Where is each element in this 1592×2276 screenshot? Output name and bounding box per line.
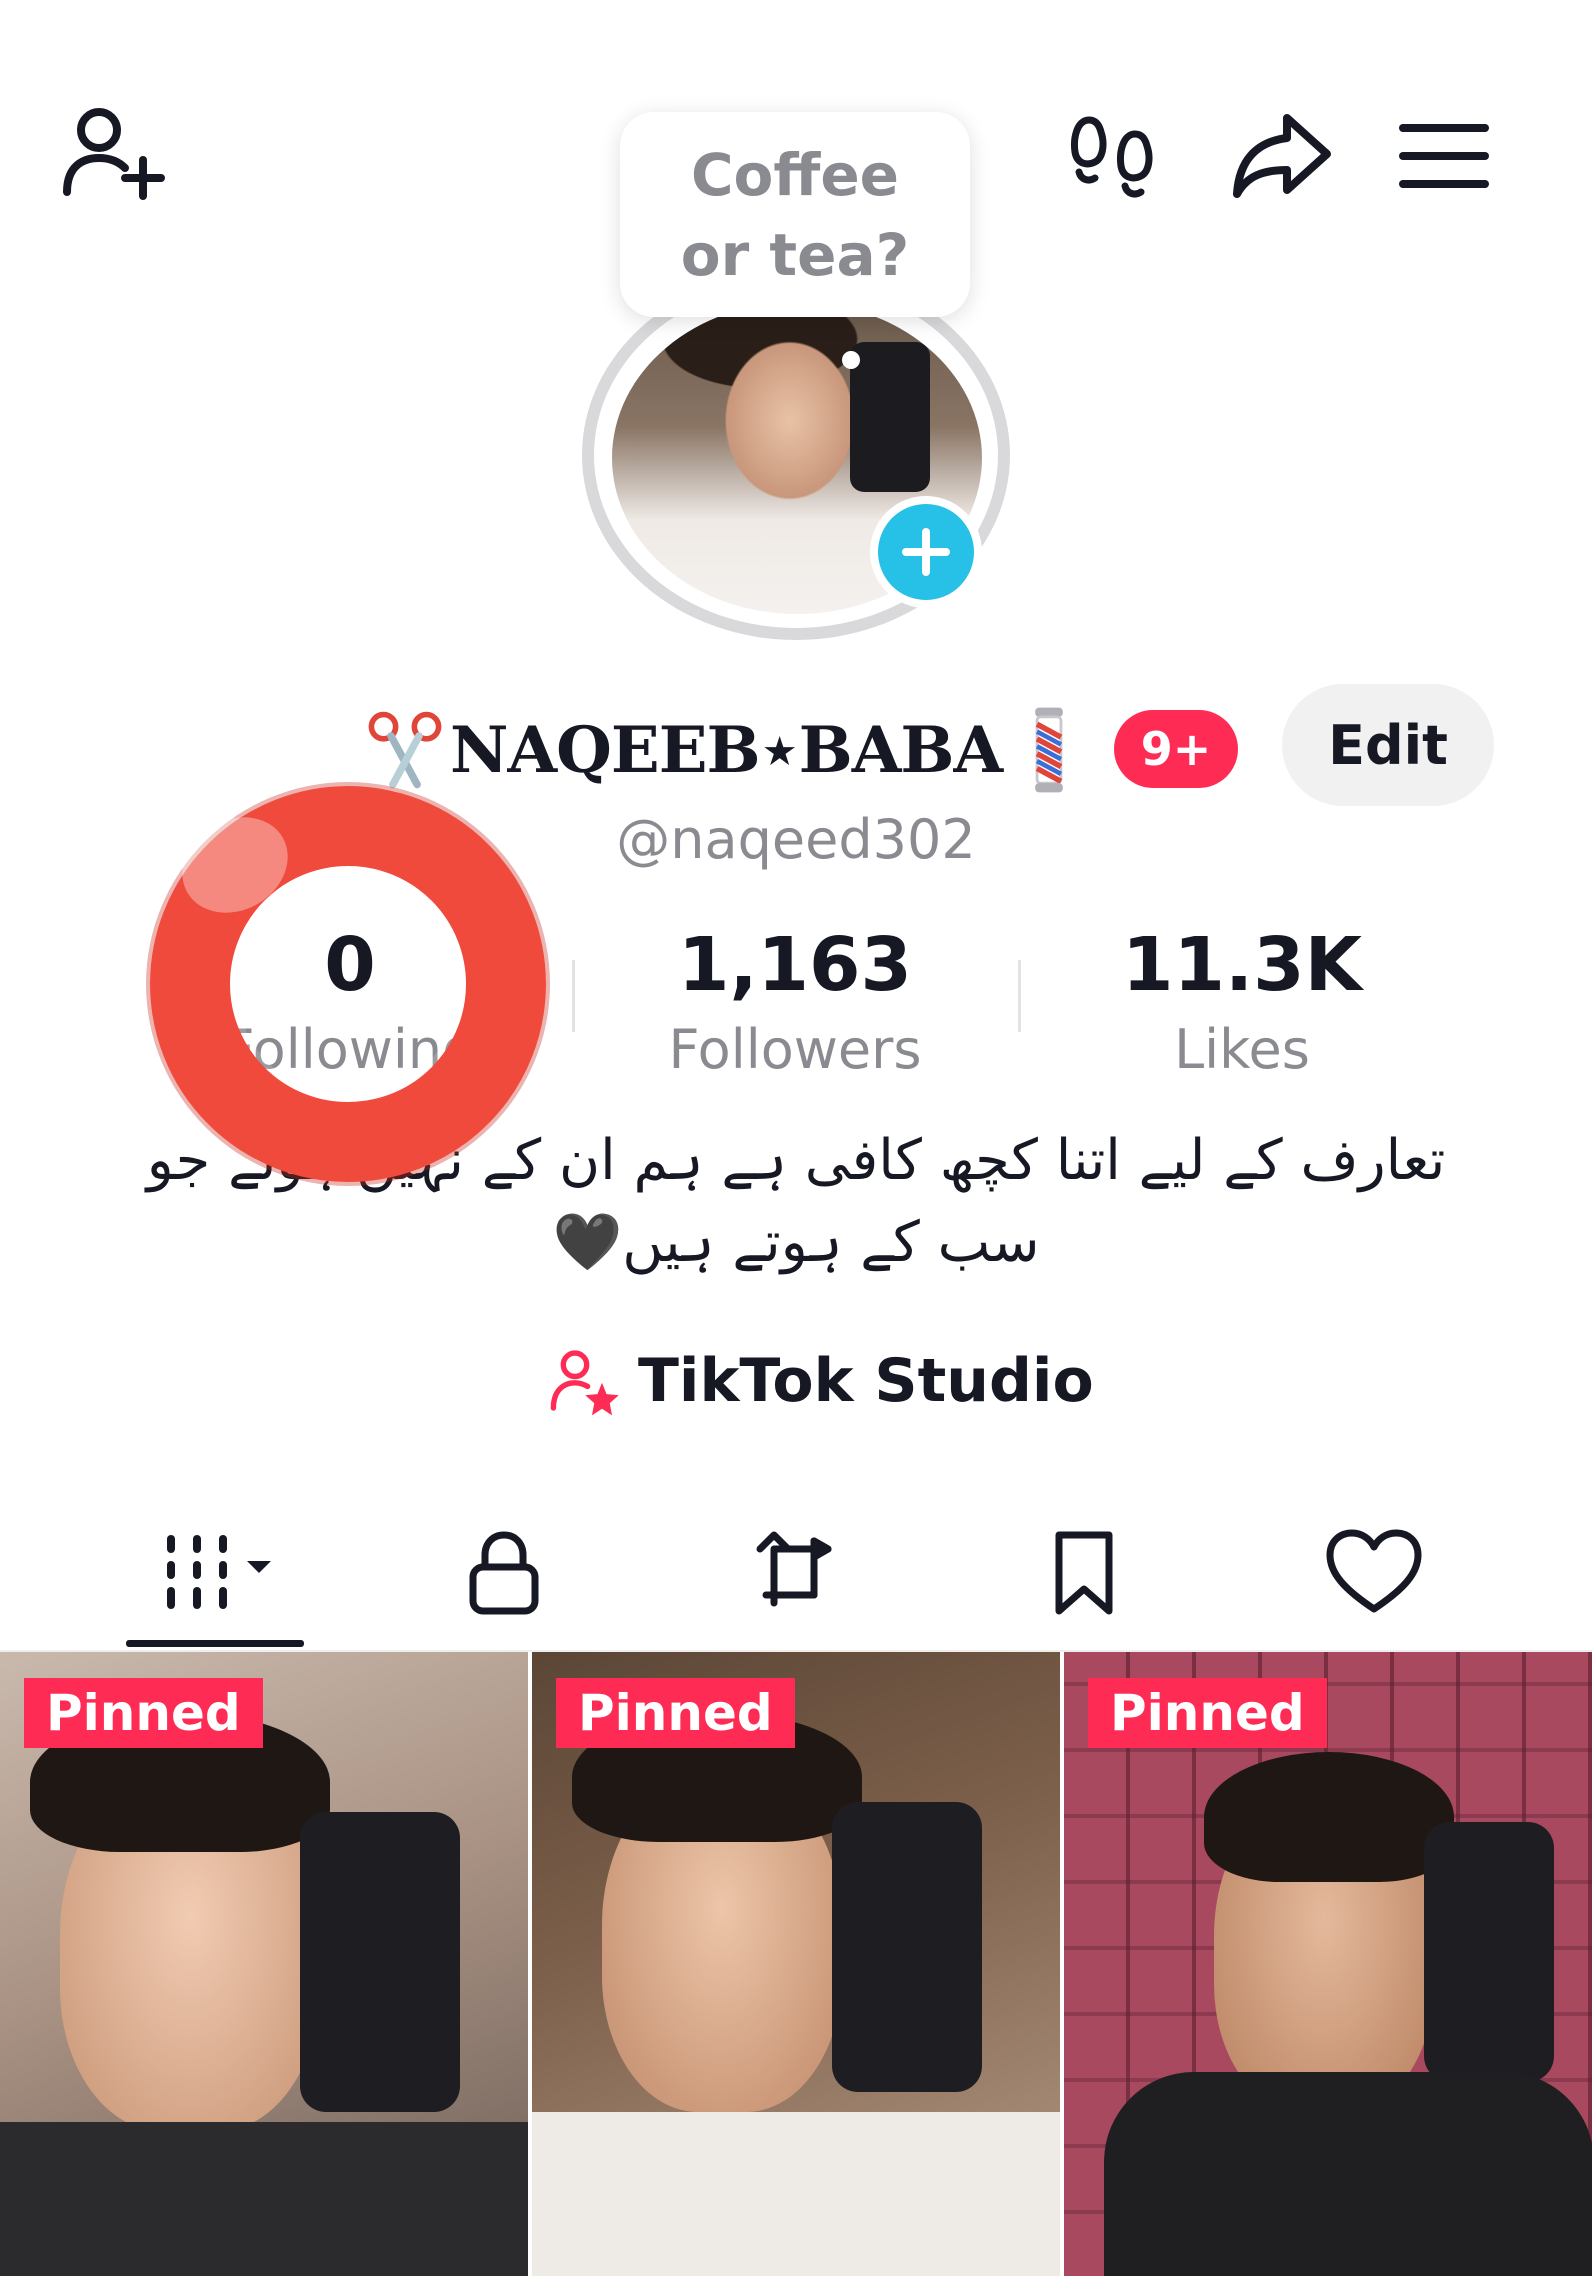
hamburger-menu-icon[interactable]: [1384, 95, 1504, 215]
notification-badge[interactable]: 9+: [1114, 710, 1238, 788]
thumbnail-shirt: [0, 2122, 528, 2276]
followers-label: Followers: [668, 1018, 922, 1081]
add-friend-icon[interactable]: [50, 95, 170, 215]
followers-stat[interactable]: 1,163 Followers: [615, 915, 975, 1085]
thumbnail-hair: [1204, 1752, 1454, 1882]
creator-star-icon: [548, 1345, 620, 1417]
followers-count: 1,163: [677, 922, 913, 1008]
thumbnail-phone: [300, 1812, 460, 2112]
tiktok-studio-label: TikTok Studio: [638, 1346, 1094, 1416]
stat-divider: [572, 960, 575, 1032]
footprints-icon[interactable]: [1056, 95, 1176, 215]
plus-icon: [902, 528, 950, 576]
name-row: NAQEEB⋆BABA: [360, 695, 1084, 805]
thumbnail-shirt: [532, 2112, 1060, 2276]
tab-favorites[interactable]: [984, 1512, 1184, 1632]
bubble-tail: [842, 351, 860, 369]
pinned-badge: Pinned: [24, 1678, 263, 1748]
thumbnail-phone: [832, 1802, 982, 2092]
bookmark-icon: [1055, 1531, 1113, 1615]
video-thumbnail[interactable]: Pinned: [0, 1652, 528, 2276]
video-thumbnail[interactable]: Pinned: [1064, 1652, 1592, 2276]
avatar-phone: [850, 342, 930, 492]
likes-count: 11.3K: [1122, 922, 1362, 1008]
thumbnail-phone: [1424, 1822, 1554, 2082]
bio-line: سب کے ہوتے ہیں🖤: [552, 1210, 1040, 1275]
share-arrow-icon[interactable]: [1222, 95, 1342, 215]
add-story-button[interactable]: [870, 496, 982, 608]
scissors-icon: [360, 705, 450, 795]
status-bubble-text: Coffee or tea?: [680, 140, 910, 289]
pinned-badge: Pinned: [1088, 1678, 1327, 1748]
tab-liked[interactable]: [1274, 1512, 1474, 1632]
barber-pole-icon: [1014, 702, 1084, 798]
repost-icon: [756, 1531, 832, 1607]
likes-label: Likes: [1174, 1018, 1310, 1081]
tiktok-studio-link[interactable]: TikTok Studio: [548, 1338, 1094, 1424]
lock-icon: [469, 1531, 539, 1615]
stat-divider: [1018, 960, 1021, 1032]
tab-reposts[interactable]: [694, 1512, 894, 1632]
tab-videos[interactable]: [114, 1512, 314, 1632]
status-bubble[interactable]: Coffee or tea?: [620, 112, 970, 317]
heart-icon: [1326, 1529, 1422, 1613]
tab-private[interactable]: [404, 1512, 604, 1632]
thumbnail-shirt: [1104, 2072, 1592, 2276]
display-name: NAQEEB⋆BABA: [450, 712, 1003, 788]
likes-stat[interactable]: 11.3K Likes: [1062, 915, 1422, 1085]
video-thumbnail[interactable]: Pinned: [532, 1652, 1060, 2276]
grid-videos-icon: [167, 1535, 271, 1609]
edit-profile-button[interactable]: Edit: [1282, 684, 1494, 806]
pinned-badge: Pinned: [556, 1678, 795, 1748]
active-tab-indicator: [126, 1640, 304, 1647]
